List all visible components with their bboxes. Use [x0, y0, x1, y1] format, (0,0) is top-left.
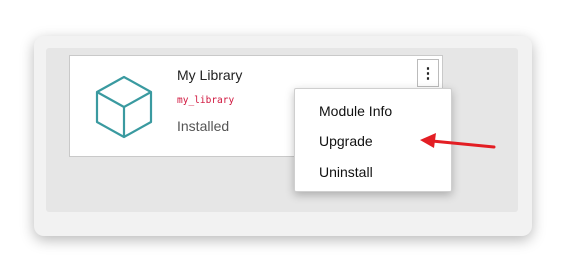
menu-item-module-info[interactable]: Module Info — [319, 103, 392, 119]
module-status: Installed — [177, 118, 230, 134]
menu-item-upgrade[interactable]: Upgrade — [319, 133, 373, 149]
kebab-menu-icon: ⋮ — [420, 65, 436, 82]
module-actions-button[interactable]: ⋮ — [417, 59, 439, 87]
menu-item-uninstall[interactable]: Uninstall — [319, 164, 373, 180]
module-machine-name: my_library — [177, 95, 235, 106]
cube-icon — [95, 75, 153, 139]
red-arrow-icon — [420, 133, 496, 149]
module-title: My Library — [177, 67, 243, 83]
